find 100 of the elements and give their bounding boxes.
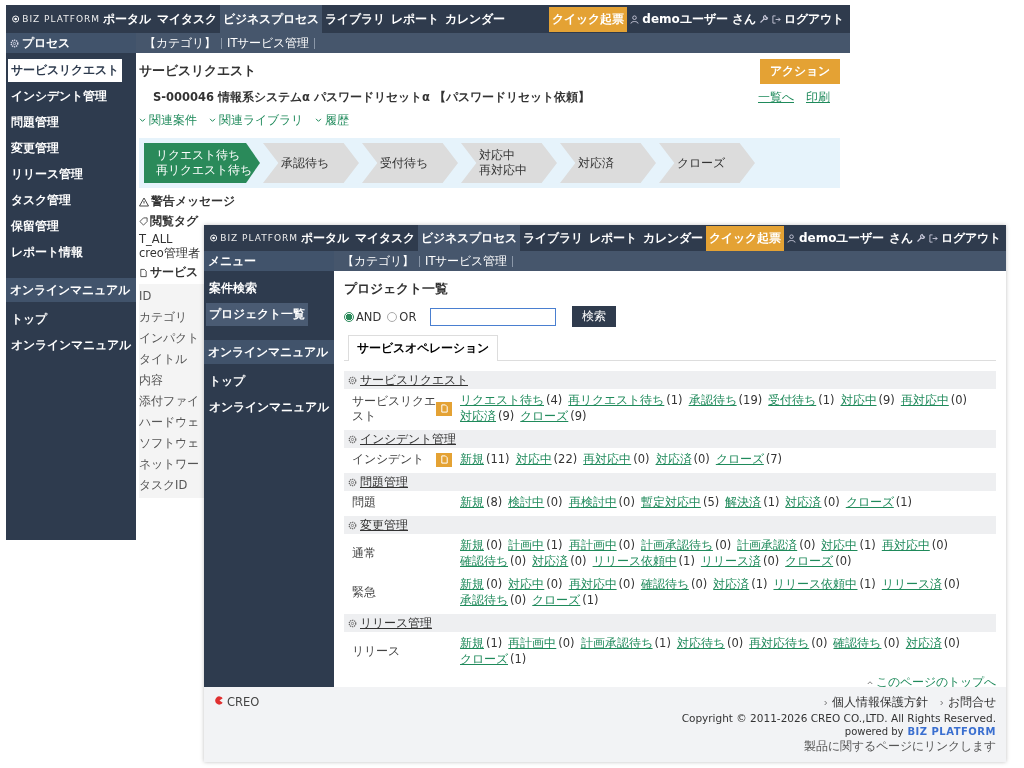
status-link[interactable]: 対応中 bbox=[821, 538, 858, 553]
status-link[interactable]: 新規 bbox=[460, 636, 484, 651]
section-link[interactable]: インシデント管理 bbox=[360, 431, 456, 447]
sidebar-section-header[interactable]: オンラインマニュアル bbox=[204, 340, 334, 364]
status-link[interactable]: クローズ bbox=[520, 409, 569, 424]
status-link[interactable]: 解決済 bbox=[725, 495, 762, 510]
breadcrumb-link[interactable]: ITサービス管理 bbox=[227, 35, 310, 51]
sidebar-item[interactable]: レポート情報 bbox=[8, 241, 86, 264]
status-link[interactable]: クローズ bbox=[460, 652, 508, 667]
wrench-icon[interactable] bbox=[759, 14, 769, 24]
nav-tab[interactable]: カレンダー bbox=[442, 5, 508, 33]
status-link[interactable]: 新規 bbox=[460, 577, 484, 592]
nav-tab[interactable]: レポート bbox=[586, 225, 640, 251]
radio-button[interactable] bbox=[387, 311, 398, 322]
status-link[interactable]: 承認待ち bbox=[460, 593, 508, 608]
search-button[interactable]: 検索 bbox=[572, 306, 617, 327]
sidebar-item[interactable]: 案件検索 bbox=[206, 277, 260, 300]
sidebar-section-header[interactable]: オンラインマニュアル bbox=[6, 278, 136, 302]
status-link[interactable]: 検討中 bbox=[508, 495, 545, 510]
toggle-link[interactable]: 関連案件 bbox=[139, 113, 197, 128]
status-link[interactable]: 再リクエスト待ち bbox=[568, 393, 665, 408]
status-link[interactable]: 対応中 bbox=[840, 393, 877, 408]
search-field[interactable] bbox=[430, 307, 557, 326]
breadcrumb-link[interactable]: 【カテゴリ】 bbox=[342, 253, 414, 269]
section-link[interactable]: サービスリクエスト bbox=[360, 372, 468, 388]
radio-button[interactable] bbox=[344, 311, 354, 322]
status-link[interactable]: リリース済 bbox=[881, 577, 942, 592]
page-top-link[interactable]: このページのトップへ bbox=[867, 675, 996, 690]
sidebar-item[interactable]: タスク管理 bbox=[8, 189, 74, 212]
nav-tab[interactable]: カレンダー bbox=[640, 225, 706, 251]
sidebar-item[interactable]: トップ bbox=[8, 308, 50, 331]
status-link[interactable]: リリース済 bbox=[700, 554, 761, 569]
status-link[interactable]: リクエスト待ち bbox=[460, 393, 544, 408]
wrench-icon[interactable] bbox=[915, 233, 926, 243]
nav-tab[interactable]: ビジネスプロセス bbox=[418, 225, 520, 251]
toggle-link[interactable]: 履歴 bbox=[315, 113, 349, 128]
sidebar-item[interactable]: トップ bbox=[206, 370, 248, 393]
toggle-link[interactable]: 関連ライブラリ bbox=[209, 113, 303, 128]
status-link[interactable]: クローズ bbox=[845, 495, 894, 510]
status-link[interactable]: 計画承認待ち bbox=[580, 636, 653, 651]
breadcrumb-link[interactable]: ITサービス管理 bbox=[425, 253, 508, 269]
nav-tab[interactable]: マイタスク bbox=[154, 5, 220, 33]
radio-label[interactable]: OR bbox=[399, 309, 417, 324]
record-link[interactable]: 印刷 bbox=[806, 90, 830, 105]
footer-link[interactable]: 個人情報保護方針 bbox=[824, 695, 928, 710]
status-link[interactable]: リリース依頼中 bbox=[773, 577, 858, 592]
status-link[interactable]: 暫定対応中 bbox=[640, 495, 701, 510]
status-link[interactable]: 対応中 bbox=[515, 452, 552, 467]
sidebar-item[interactable]: リリース管理 bbox=[8, 163, 86, 186]
breadcrumb-link[interactable]: 【カテゴリ】 bbox=[144, 35, 216, 51]
status-link[interactable]: 受付待ち bbox=[768, 393, 817, 408]
nav-tab[interactable]: ビジネスプロセス bbox=[220, 5, 322, 33]
sidebar-item[interactable]: オンラインマニュアル bbox=[206, 396, 332, 419]
status-link[interactable]: 新規 bbox=[460, 538, 484, 553]
status-link[interactable]: クローズ bbox=[715, 452, 764, 467]
sidebar-item[interactable]: プロジェクト一覧 bbox=[206, 303, 308, 326]
sidebar-item[interactable]: オンラインマニュアル bbox=[8, 334, 134, 357]
sidebar-item[interactable]: サービスリクエスト bbox=[8, 59, 122, 82]
sidebar-item[interactable]: 問題管理 bbox=[8, 111, 62, 134]
status-link[interactable]: 対応待ち bbox=[676, 636, 725, 651]
status-link[interactable]: 再対応待ち bbox=[749, 636, 810, 651]
status-link[interactable]: 新規 bbox=[460, 495, 484, 510]
status-link[interactable]: 再対応中 bbox=[900, 393, 949, 408]
section-link[interactable]: 問題管理 bbox=[360, 474, 408, 490]
status-link[interactable]: 確認待ち bbox=[833, 636, 882, 651]
status-link[interactable]: 再対応中 bbox=[881, 538, 930, 553]
new-document-button[interactable] bbox=[436, 452, 452, 467]
status-link[interactable]: 対応中 bbox=[508, 577, 545, 592]
status-link[interactable]: リリース依頼中 bbox=[592, 554, 677, 569]
status-link[interactable]: 対応済 bbox=[905, 636, 942, 651]
status-link[interactable]: 再対応中 bbox=[568, 577, 617, 592]
status-link[interactable]: 対応済 bbox=[713, 577, 750, 592]
footer-link[interactable]: お問合せ bbox=[940, 695, 996, 710]
status-link[interactable]: 計画承認待ち bbox=[640, 538, 713, 553]
status-link[interactable]: クローズ bbox=[785, 554, 834, 569]
status-link[interactable]: 再検討中 bbox=[568, 495, 617, 510]
status-link[interactable]: 確認待ち bbox=[640, 577, 689, 592]
nav-tab[interactable]: ライブラリ bbox=[520, 225, 586, 251]
status-link[interactable]: 対応済 bbox=[655, 452, 692, 467]
status-link[interactable]: 確認待ち bbox=[460, 554, 508, 569]
nav-tab[interactable]: マイタスク bbox=[352, 225, 418, 251]
powered-logo[interactable]: BIZ PLATFORM bbox=[907, 726, 996, 737]
new-document-button[interactable] bbox=[436, 401, 452, 416]
logout-link[interactable]: ログアウト bbox=[928, 229, 1001, 247]
logout-link[interactable]: ログアウト bbox=[772, 10, 844, 28]
status-link[interactable]: 対応済 bbox=[460, 409, 496, 424]
status-link[interactable]: 再対応中 bbox=[583, 452, 632, 467]
tab[interactable]: サービスオペレーション bbox=[348, 335, 498, 361]
status-link[interactable]: 再計画中 bbox=[568, 538, 617, 553]
status-link[interactable]: 対応済 bbox=[532, 554, 569, 569]
record-link[interactable]: 一覧へ bbox=[758, 90, 794, 105]
radio-label[interactable]: AND bbox=[356, 309, 382, 324]
sidebar-item[interactable]: インシデント管理 bbox=[8, 85, 110, 108]
section-link[interactable]: 変更管理 bbox=[360, 517, 408, 533]
sidebar-item[interactable]: 保留管理 bbox=[8, 215, 62, 238]
nav-tab[interactable]: ポータル bbox=[100, 5, 154, 33]
nav-tab[interactable]: レポート bbox=[388, 5, 442, 33]
status-link[interactable]: 対応済 bbox=[785, 495, 822, 510]
nav-tab[interactable]: ポータル bbox=[298, 225, 352, 251]
status-link[interactable]: クローズ bbox=[532, 593, 581, 608]
